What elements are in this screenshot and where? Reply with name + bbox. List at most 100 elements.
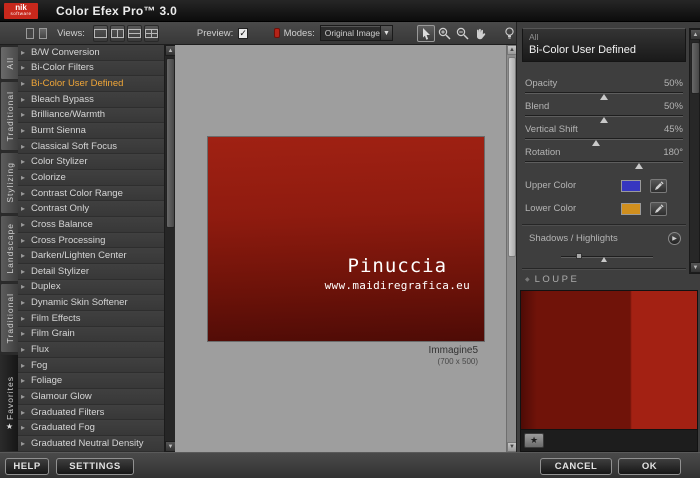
canvas-scrollbar[interactable]: ▲ ▼ bbox=[506, 45, 517, 452]
tab-traditional[interactable]: Traditional bbox=[0, 283, 18, 354]
cancel-button[interactable]: CANCEL bbox=[540, 458, 612, 475]
settings-button[interactable]: SETTINGS bbox=[56, 458, 134, 475]
toolbar: Views: Preview: ✓ Modes: Original Image … bbox=[0, 22, 516, 45]
tab-landscape[interactable]: Landscape bbox=[0, 214, 18, 283]
slider-track[interactable] bbox=[525, 113, 683, 123]
color-swatch[interactable] bbox=[621, 202, 641, 215]
slider-track[interactable] bbox=[525, 159, 683, 169]
loupe-view[interactable] bbox=[521, 291, 697, 429]
view-split-horizontal-button[interactable] bbox=[126, 24, 142, 42]
slider-thumb[interactable] bbox=[634, 163, 643, 169]
ok-button[interactable]: OK bbox=[618, 458, 681, 475]
slider-handle[interactable] bbox=[575, 253, 582, 259]
expand-icon: ▸ bbox=[21, 313, 26, 323]
filter-item[interactable]: ▸ Darken/Lighten Center bbox=[18, 248, 164, 264]
filter-item[interactable]: ▸ B/W Conversion bbox=[18, 45, 164, 61]
slider-thumb[interactable] bbox=[600, 117, 608, 123]
slider-thumb[interactable] bbox=[600, 94, 608, 100]
filter-item[interactable]: ▸ Detail Stylizer bbox=[18, 263, 164, 280]
single-view-icon bbox=[93, 28, 107, 38]
zoom-in-tool-button[interactable] bbox=[435, 25, 453, 42]
view-side-by-side-button[interactable] bbox=[143, 24, 159, 42]
arrow-down-icon: ▼ bbox=[692, 264, 699, 271]
filter-item[interactable]: ▸ Graduated Fog bbox=[18, 420, 164, 437]
filter-item[interactable]: ▸ Bleach Bypass bbox=[18, 91, 164, 108]
help-button[interactable]: HELP bbox=[5, 458, 49, 475]
slider-thumb[interactable] bbox=[601, 257, 608, 262]
filter-label: Foliage bbox=[31, 375, 63, 387]
filter-item[interactable]: ▸ Contrast Color Range bbox=[18, 185, 164, 202]
filter-item[interactable]: ▸ Contrast Only bbox=[18, 201, 164, 218]
modes-icon bbox=[273, 28, 280, 38]
filter-item[interactable]: ▸ Classical Soft Focus bbox=[18, 138, 164, 155]
filter-item[interactable]: ▸ Film Effects bbox=[18, 310, 164, 327]
scrollbar-thumb[interactable] bbox=[691, 42, 700, 94]
scroll-down-button[interactable]: ▼ bbox=[690, 262, 700, 273]
filter-title: Bi-Color User Defined bbox=[529, 44, 636, 56]
filter-item[interactable]: ▸ Flux bbox=[18, 342, 164, 358]
filter-item[interactable]: ▸ Dynamic Skin Softener bbox=[18, 295, 164, 311]
select-tool-button[interactable] bbox=[417, 24, 435, 42]
filter-item[interactable]: ▸ Burnt Sienna bbox=[18, 123, 164, 139]
side-by-side-icon bbox=[144, 28, 158, 38]
logo-subtext: software bbox=[10, 11, 32, 17]
image-text-subtitle: www.maidiregrafica.eu bbox=[324, 279, 470, 292]
slider-track[interactable] bbox=[525, 90, 683, 100]
scroll-up-button[interactable]: ▲ bbox=[690, 29, 700, 40]
expand-icon: ▸ bbox=[21, 423, 26, 433]
slider-thumb[interactable] bbox=[592, 140, 601, 146]
preview-checkbox[interactable]: ✓ bbox=[238, 27, 248, 39]
single-layout-icon[interactable] bbox=[39, 27, 48, 39]
loupe-pin-button[interactable]: ★ bbox=[524, 433, 544, 448]
filter-item[interactable]: ▸ Cross Balance bbox=[18, 217, 164, 233]
filter-label: Bi-Color User Defined bbox=[31, 78, 124, 90]
filter-item[interactable]: ▸ Fog bbox=[18, 357, 164, 374]
filter-list-scrollbar[interactable]: ▲ ▼ bbox=[164, 45, 176, 452]
filter-item[interactable]: ▸ Brilliance/Warmth bbox=[18, 107, 164, 124]
filter-item[interactable]: ▸ Graduated Filters bbox=[18, 404, 164, 421]
loupe-header[interactable]: ◆ LOUPE bbox=[525, 274, 579, 285]
filter-label: Graduated Fog bbox=[31, 422, 95, 434]
thumbnail-layout-icon[interactable] bbox=[26, 27, 35, 39]
view-single-button[interactable] bbox=[92, 24, 108, 42]
slider-track[interactable] bbox=[525, 136, 683, 146]
shadows-slider[interactable] bbox=[561, 252, 653, 262]
eyedropper-button[interactable] bbox=[650, 201, 667, 216]
background-color-tool-button[interactable] bbox=[503, 25, 516, 42]
filter-item[interactable]: ▸ Colorize bbox=[18, 170, 164, 186]
filter-item[interactable]: ▸ Graduated Neutral Density bbox=[18, 436, 164, 452]
filter-item[interactable]: ▸ Bi-Color User Defined bbox=[18, 76, 164, 92]
tab-favorites[interactable]: Favorites ★ bbox=[0, 354, 18, 452]
filter-label: Glamour Glow bbox=[31, 390, 92, 402]
filter-item[interactable]: ▸ Bi-Color Filters bbox=[18, 60, 164, 77]
modes-dropdown[interactable]: Original Image ▼ bbox=[319, 25, 393, 41]
expand-icon: ▸ bbox=[21, 172, 26, 182]
color-swatch[interactable] bbox=[621, 179, 641, 192]
filter-item[interactable]: ▸ Film Grain bbox=[18, 326, 164, 343]
split-horizontal-icon bbox=[127, 28, 141, 38]
zoom-out-tool-button[interactable] bbox=[453, 25, 471, 42]
expand-shadows-button[interactable]: ▶ bbox=[668, 232, 681, 245]
scrollbar-thumb[interactable] bbox=[508, 57, 516, 257]
arrow-up-icon: ▲ bbox=[167, 47, 174, 54]
filter-label: Bleach Bypass bbox=[31, 93, 94, 105]
eyedropper-button[interactable] bbox=[650, 178, 667, 193]
tab-traditional[interactable]: Traditional bbox=[0, 80, 18, 151]
filter-item[interactable]: ▸ Cross Processing bbox=[18, 232, 164, 249]
filter-label: Cross Processing bbox=[31, 234, 106, 246]
slider-value: 45% bbox=[663, 124, 683, 135]
expand-icon: ▸ bbox=[21, 219, 26, 229]
scrollbar-thumb[interactable] bbox=[166, 58, 175, 228]
preview-canvas: Pinuccia www.maidiregrafica.eu Immagine5… bbox=[175, 45, 506, 452]
filter-item[interactable]: ▸ Foliage bbox=[18, 373, 164, 390]
filter-item[interactable]: ▸ Color Stylizer bbox=[18, 154, 164, 171]
view-split-vertical-button[interactable] bbox=[109, 24, 125, 42]
filter-item[interactable]: ▸ Duplex bbox=[18, 279, 164, 296]
pan-tool-button[interactable] bbox=[471, 25, 489, 42]
color-label: Lower Color bbox=[525, 203, 577, 214]
preview-image[interactable]: Pinuccia www.maidiregrafica.eu bbox=[208, 137, 484, 341]
tab-stylizing[interactable]: Stylizing bbox=[0, 151, 18, 214]
tab-all[interactable]: All bbox=[0, 46, 18, 80]
panel-scrollbar[interactable]: ▲ ▼ bbox=[689, 28, 700, 274]
filter-item[interactable]: ▸ Glamour Glow bbox=[18, 389, 164, 405]
